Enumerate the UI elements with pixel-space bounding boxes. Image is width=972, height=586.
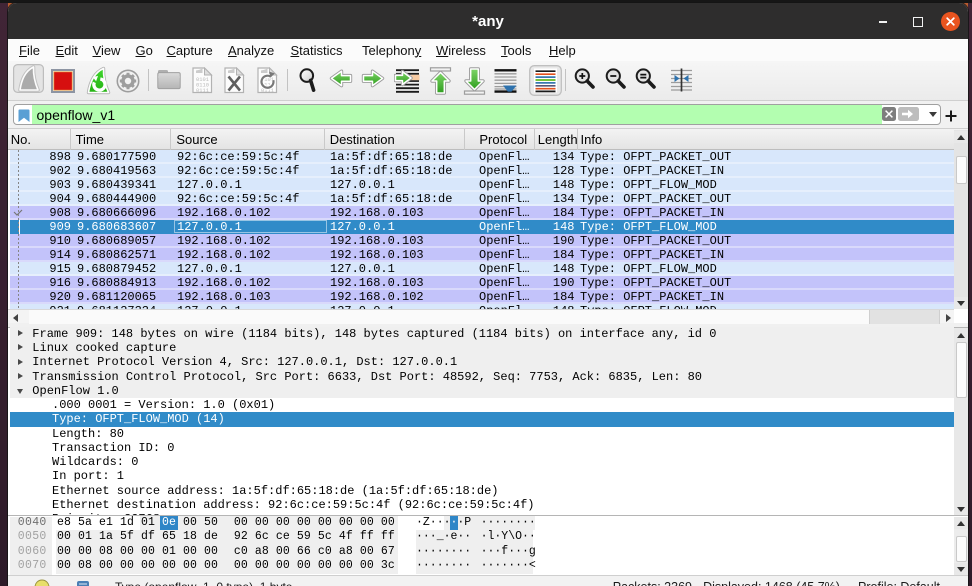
svg-text:0111: 0111 xyxy=(196,88,209,94)
